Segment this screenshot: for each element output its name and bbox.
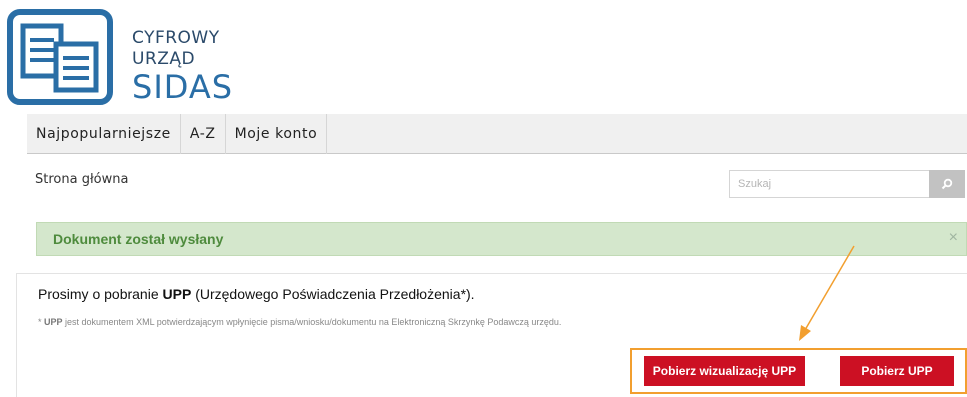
note-text: jest dokumentem XML potwierdzającym wpły… (62, 317, 562, 327)
search-input[interactable] (729, 170, 929, 198)
logo-line-cyfrowy: CYFROWY (132, 28, 220, 48)
logo-text: CYFROWY URZĄD SIDAS (132, 28, 233, 104)
logo-line-urzad: URZĄD (132, 49, 196, 69)
message-text-after: (Urzędowego Poświadczenia Przedłożenia*)… (191, 286, 475, 302)
main-nav: Najpopularniejsze A-Z Moje konto (27, 114, 967, 154)
success-alert: Dokument został wysłany × (36, 222, 967, 256)
download-upp-button[interactable]: Pobierz UPP (840, 356, 954, 386)
note-bold: UPP (44, 317, 63, 327)
nav-item-najpopularniejsze[interactable]: Najpopularniejsze (27, 114, 181, 154)
download-visualization-button[interactable]: Pobierz wizualizację UPP (644, 356, 805, 386)
upp-footnote: * UPP jest dokumentem XML potwierdzający… (38, 317, 561, 327)
search-box (729, 170, 965, 198)
nav-item-moje-konto[interactable]: Moje konto (226, 114, 328, 154)
message-text-before: Prosimy o pobranie (38, 286, 163, 302)
nav-item-a-z[interactable]: A-Z (181, 114, 226, 154)
alert-message: Dokument został wysłany (53, 231, 224, 247)
breadcrumb[interactable]: Strona główna (35, 172, 128, 187)
search-button[interactable] (929, 170, 965, 198)
close-icon[interactable]: × (949, 229, 958, 247)
search-icon (941, 178, 953, 190)
download-message: Prosimy o pobranie UPP (Urzędowego Poświ… (38, 286, 475, 302)
logo-line-sidas: SIDAS (132, 68, 234, 106)
documents-logo-icon (6, 8, 114, 106)
message-text-bold: UPP (162, 286, 192, 302)
